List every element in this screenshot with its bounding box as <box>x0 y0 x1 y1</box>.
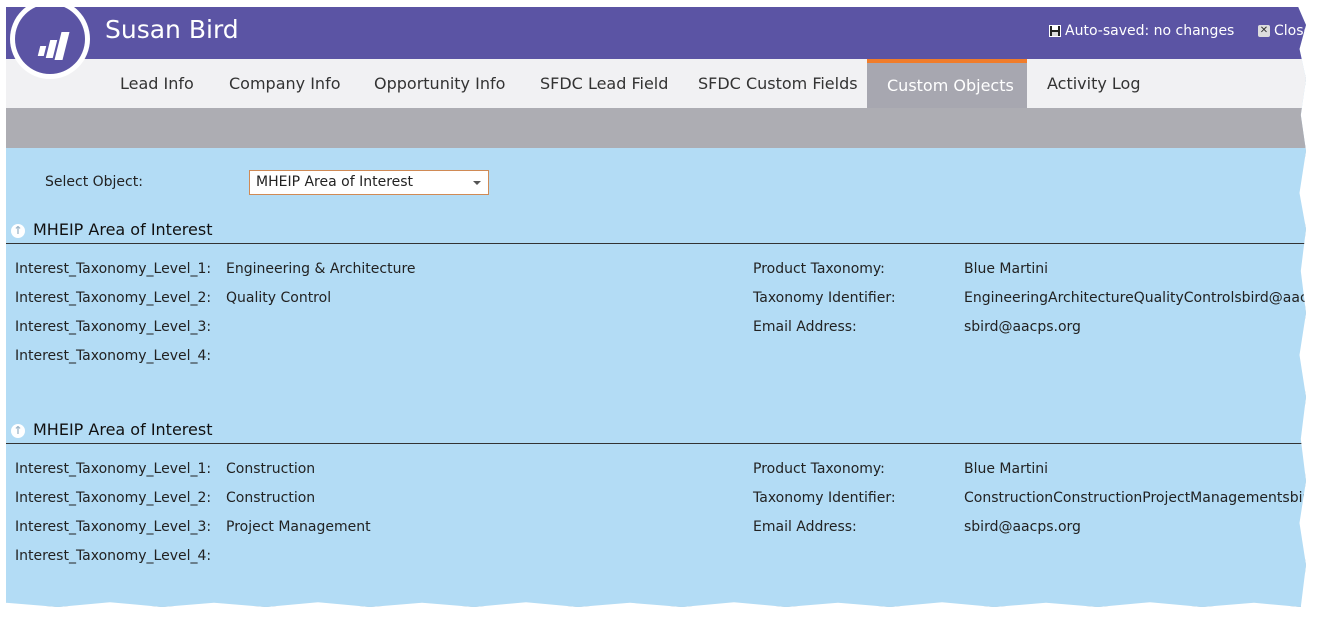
tab-sfdc-custom-fields[interactable]: SFDC Custom Fields <box>678 59 867 108</box>
field-label: Interest_Taxonomy_Level_3: <box>15 319 212 335</box>
lead-name-title: Susan Bird <box>105 15 239 44</box>
collapse-arrow-icon[interactable]: ↑ <box>11 424 25 438</box>
field-label: Taxonomy Identifier: <box>753 290 896 306</box>
field-label: Product Taxonomy: <box>753 461 885 477</box>
field-label: Interest_Taxonomy_Level_4: <box>15 548 212 564</box>
field-value: ConstructionConstructionProjectManagemen… <box>964 490 1306 506</box>
header-bar: Susan Bird Auto-saved: no changes ✕ Clos… <box>6 7 1306 59</box>
autosave-status: Auto-saved: no changes <box>1049 23 1234 39</box>
close-button[interactable]: ✕ Close <box>1258 23 1306 39</box>
field-value: sbird@aacps.org <box>964 319 1081 335</box>
tab-company-info[interactable]: Company Info <box>209 59 354 108</box>
field-value: Quality Control <box>226 290 332 306</box>
tab-lead-info[interactable]: Lead Info <box>99 59 209 108</box>
field-label: Email Address: <box>753 319 857 335</box>
tab-sfdc-lead-field[interactable]: SFDC Lead Field <box>520 59 678 108</box>
chevron-down-icon <box>473 181 481 185</box>
section-header: ↑ MHEIP Area of Interest <box>6 419 1306 444</box>
field-label: Interest_Taxonomy_Level_1: <box>15 461 212 477</box>
toolbar-strip <box>6 108 1306 148</box>
tab-activity-log[interactable]: Activity Log <box>1027 59 1167 108</box>
section-header: ↑ MHEIP Area of Interest <box>6 219 1306 244</box>
autosave-label: Auto-saved: no changes <box>1065 23 1235 39</box>
field-label: Product Taxonomy: <box>753 261 885 277</box>
field-value: EngineeringArchitectureQualityControlsbi… <box>964 290 1306 306</box>
field-label: Interest_Taxonomy_Level_4: <box>15 348 212 364</box>
tab-bar: Lead Info Company Info Opportunity Info … <box>6 59 1306 108</box>
select-object-label: Select Object: <box>45 174 143 190</box>
field-label: Interest_Taxonomy_Level_2: <box>15 490 212 506</box>
select-object-value: MHEIP Area of Interest <box>256 174 414 190</box>
close-icon: ✕ <box>1258 25 1270 37</box>
section-title: MHEIP Area of Interest <box>33 420 213 439</box>
field-value: Construction <box>226 490 316 506</box>
field-label: Taxonomy Identifier: <box>753 490 896 506</box>
section-title: MHEIP Area of Interest <box>33 220 213 239</box>
field-value: Construction <box>226 461 316 477</box>
field-value: Project Management <box>226 519 371 535</box>
field-value: Engineering & Architecture <box>226 261 416 277</box>
field-label: Interest_Taxonomy_Level_2: <box>15 290 212 306</box>
field-value: Blue Martini <box>964 461 1048 477</box>
lead-detail-window: Susan Bird Auto-saved: no changes ✕ Clos… <box>6 7 1306 607</box>
field-value: sbird@aacps.org <box>964 519 1081 535</box>
field-label: Interest_Taxonomy_Level_1: <box>15 261 212 277</box>
field-label: Interest_Taxonomy_Level_3: <box>15 519 212 535</box>
close-label: Close <box>1274 23 1306 39</box>
tab-custom-objects[interactable]: Custom Objects <box>867 59 1027 108</box>
floppy-disk-icon <box>1049 25 1061 37</box>
field-value: Blue Martini <box>964 261 1048 277</box>
tab-opportunity-info[interactable]: Opportunity Info <box>354 59 520 108</box>
select-object-dropdown[interactable]: MHEIP Area of Interest <box>249 170 489 195</box>
field-label: Email Address: <box>753 519 857 535</box>
collapse-arrow-icon[interactable]: ↑ <box>11 224 25 238</box>
